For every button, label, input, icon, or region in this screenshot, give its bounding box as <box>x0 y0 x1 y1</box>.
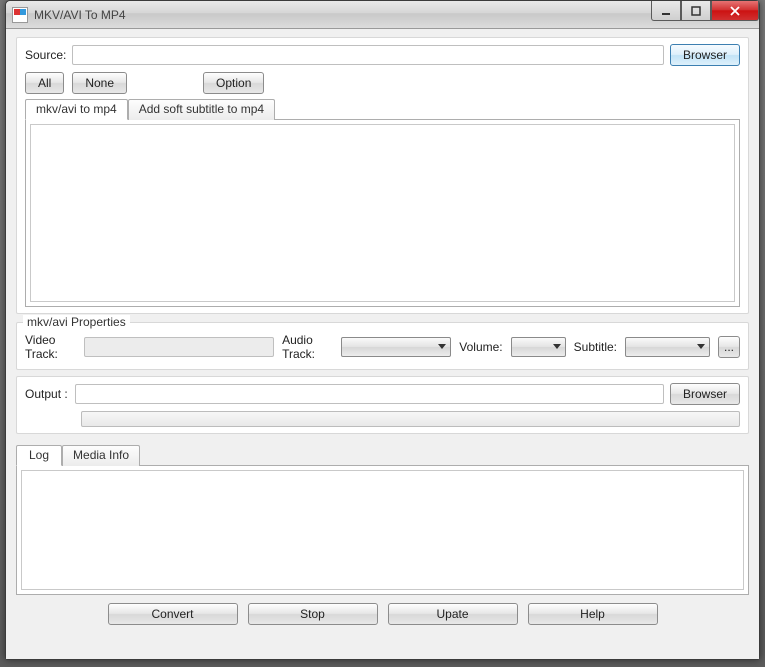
minimize-icon <box>661 6 671 16</box>
update-button[interactable]: Upate <box>388 603 518 625</box>
audio-track-label: Audio Track: <box>282 333 333 361</box>
video-track-label: Video Track: <box>25 333 76 361</box>
select-none-button[interactable]: None <box>72 72 127 94</box>
audio-track-select[interactable] <box>341 337 451 357</box>
window-title: MKV/AVI To MP4 <box>34 8 126 22</box>
file-list-panel <box>25 119 740 307</box>
output-input[interactable] <box>75 384 664 404</box>
maximize-button[interactable] <box>681 1 711 21</box>
source-input[interactable] <box>72 45 664 65</box>
subtitle-browse-button[interactable]: ... <box>718 336 740 358</box>
progress-bar <box>81 411 740 427</box>
output-panel: Output : Browser <box>16 376 749 434</box>
footer-buttons: Convert Stop Upate Help <box>16 601 749 625</box>
source-panel: Source: Browser All None Option mkv/avi … <box>16 37 749 314</box>
app-window: MKV/AVI To MP4 Source: Bro <box>5 0 760 660</box>
file-list[interactable] <box>30 124 735 302</box>
source-label: Source: <box>25 48 66 62</box>
video-track-field <box>84 337 274 357</box>
close-button[interactable] <box>711 1 759 21</box>
chevron-down-icon <box>697 344 705 350</box>
tab-convert[interactable]: mkv/avi to mp4 <box>25 99 128 120</box>
subtitle-select[interactable] <box>625 337 710 357</box>
output-browser-button[interactable]: Browser <box>670 383 740 405</box>
minimize-button[interactable] <box>651 1 681 21</box>
chevron-down-icon <box>553 344 561 350</box>
volume-label: Volume: <box>459 340 502 354</box>
log-panel: Log Media Info <box>16 440 749 595</box>
maximize-icon <box>691 6 701 16</box>
tab-log[interactable]: Log <box>16 445 62 466</box>
chevron-down-icon <box>438 344 446 350</box>
titlebar[interactable]: MKV/AVI To MP4 <box>6 1 759 29</box>
convert-button[interactable]: Convert <box>108 603 238 625</box>
help-button[interactable]: Help <box>528 603 658 625</box>
tab-media-info[interactable]: Media Info <box>62 445 140 466</box>
option-button[interactable]: Option <box>203 72 264 94</box>
volume-select[interactable] <box>511 337 566 357</box>
properties-group: mkv/avi Properties Video Track: Audio Tr… <box>16 322 749 370</box>
source-browser-button[interactable]: Browser <box>670 44 740 66</box>
subtitle-label: Subtitle: <box>574 340 617 354</box>
app-icon <box>12 7 28 23</box>
close-icon <box>729 6 741 16</box>
stop-button[interactable]: Stop <box>248 603 378 625</box>
log-textarea[interactable] <box>21 470 744 590</box>
tab-add-subtitle[interactable]: Add soft subtitle to mp4 <box>128 99 275 120</box>
select-all-button[interactable]: All <box>25 72 64 94</box>
properties-legend: mkv/avi Properties <box>23 315 130 329</box>
output-label: Output : <box>25 387 69 401</box>
